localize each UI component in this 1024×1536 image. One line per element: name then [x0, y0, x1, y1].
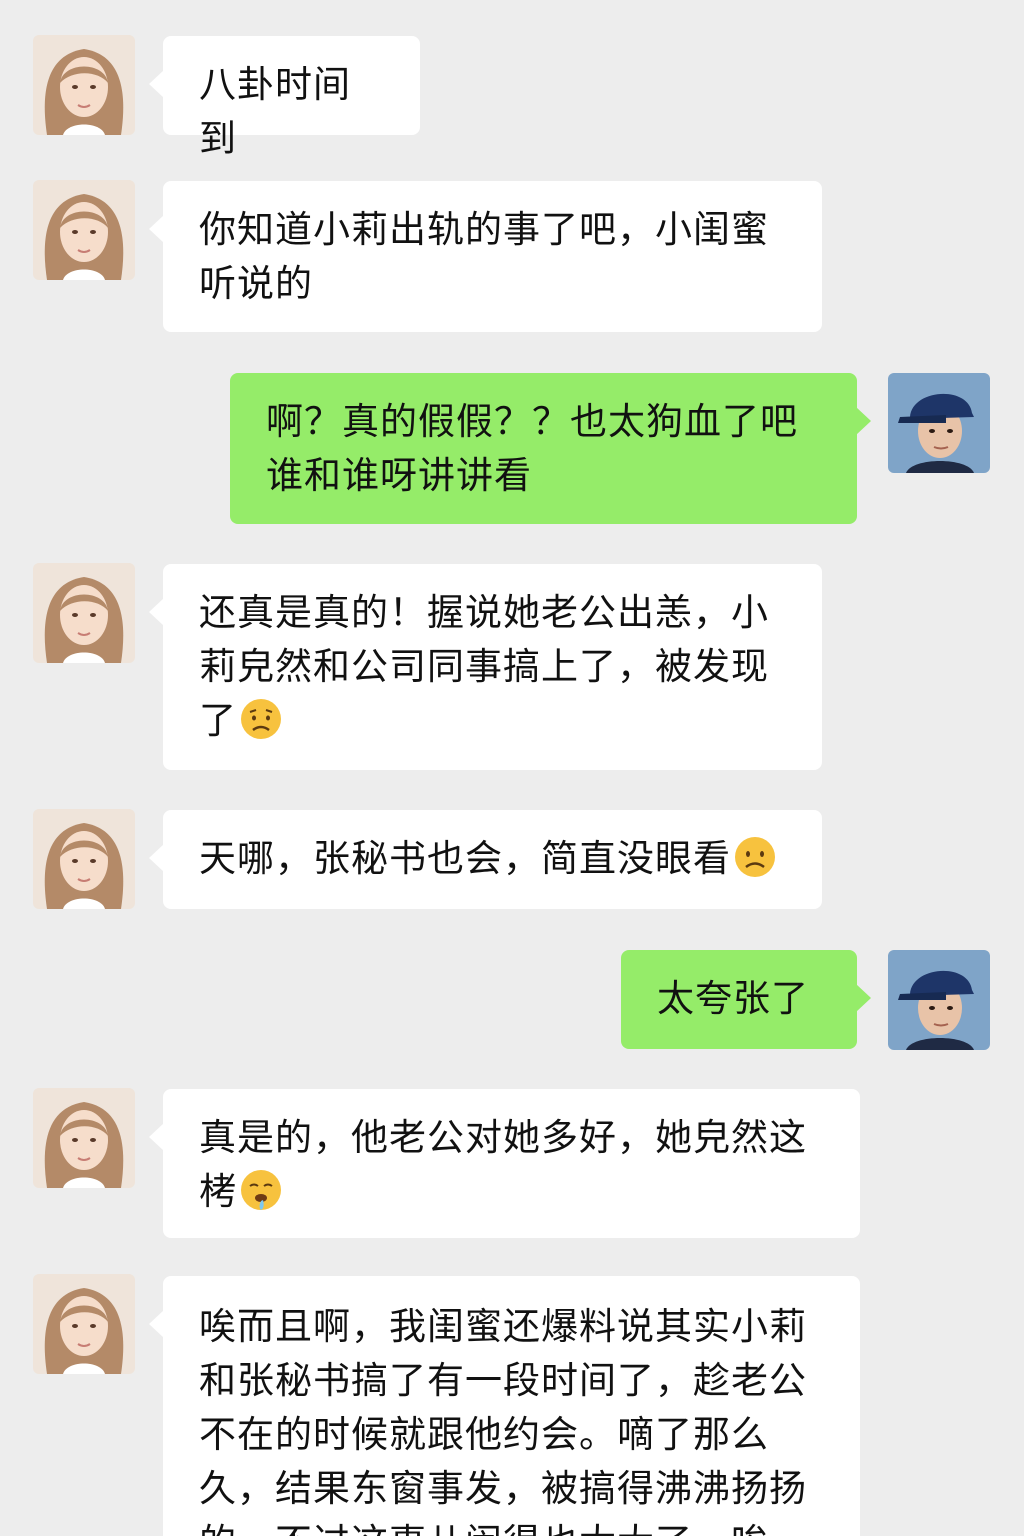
contact-avatar[interactable]	[33, 563, 135, 663]
message-bubble[interactable]: 唉而且啊，我闺蜜还爆料说其实小莉和张秘书搞了有一段时间了，趁老公不在的时候就跟他…	[149, 1276, 860, 1536]
message-bubble[interactable]: 真是的，他老公对她多好，她皃然这栲	[149, 1089, 860, 1238]
message-bubble[interactable]: 你知道小莉出轨的事了吧，小闺蜜听说的	[149, 181, 822, 332]
message-text: 啊？真的假假？？也太狗血了吧谁和谁呀讲讲看	[266, 400, 798, 497]
worried-face-icon	[241, 699, 281, 739]
contact-avatar[interactable]	[33, 180, 135, 280]
drooling-face-icon	[241, 1170, 281, 1210]
message-text: 你知道小莉出轨的事了吧，小闺蜜听说的	[199, 208, 769, 305]
message-text: 八卦时间到	[199, 63, 351, 160]
message-bubble-self[interactable]: 太夸张了	[621, 950, 871, 1049]
message-text: 真是的，他老公对她多好，她皃然这栲	[199, 1116, 807, 1213]
contact-avatar[interactable]	[33, 35, 135, 135]
message-bubble-self[interactable]: 啊？真的假假？？也太狗血了吧谁和谁呀讲讲看	[230, 373, 871, 524]
self-avatar[interactable]	[888, 373, 990, 473]
message-bubble[interactable]: 天哪，张秘书也会，简直没眼看	[149, 810, 822, 909]
message-text: 太夸张了	[657, 977, 809, 1020]
chat-window: 八卦时间到 你知道小莉出轨的事了吧，小闺蜜听说的 啊？真的假假？？也太狗血了吧谁…	[0, 0, 1024, 1536]
contact-avatar[interactable]	[33, 1088, 135, 1188]
contact-avatar[interactable]	[33, 1274, 135, 1374]
message-bubble[interactable]: 八卦时间到	[149, 36, 420, 160]
message-text: 唉而且啊，我闺蜜还爆料说其实小莉和张秘书搞了有一段时间了，趁老公不在的时候就跟他…	[199, 1305, 807, 1536]
message-bubble[interactable]: 还真是真的！握说她老公出恙，小莉皃然和公司同事搞上了，被发现了	[149, 564, 822, 770]
contact-avatar[interactable]	[33, 809, 135, 909]
self-avatar[interactable]	[888, 950, 990, 1050]
frowning-face-icon	[735, 837, 775, 877]
message-text: 还真是真的！握说她老公出恙，小莉皃然和公司同事搞上了，被发现了	[199, 591, 769, 742]
message-text: 天哪，张秘书也会，简直没眼看	[199, 837, 731, 880]
